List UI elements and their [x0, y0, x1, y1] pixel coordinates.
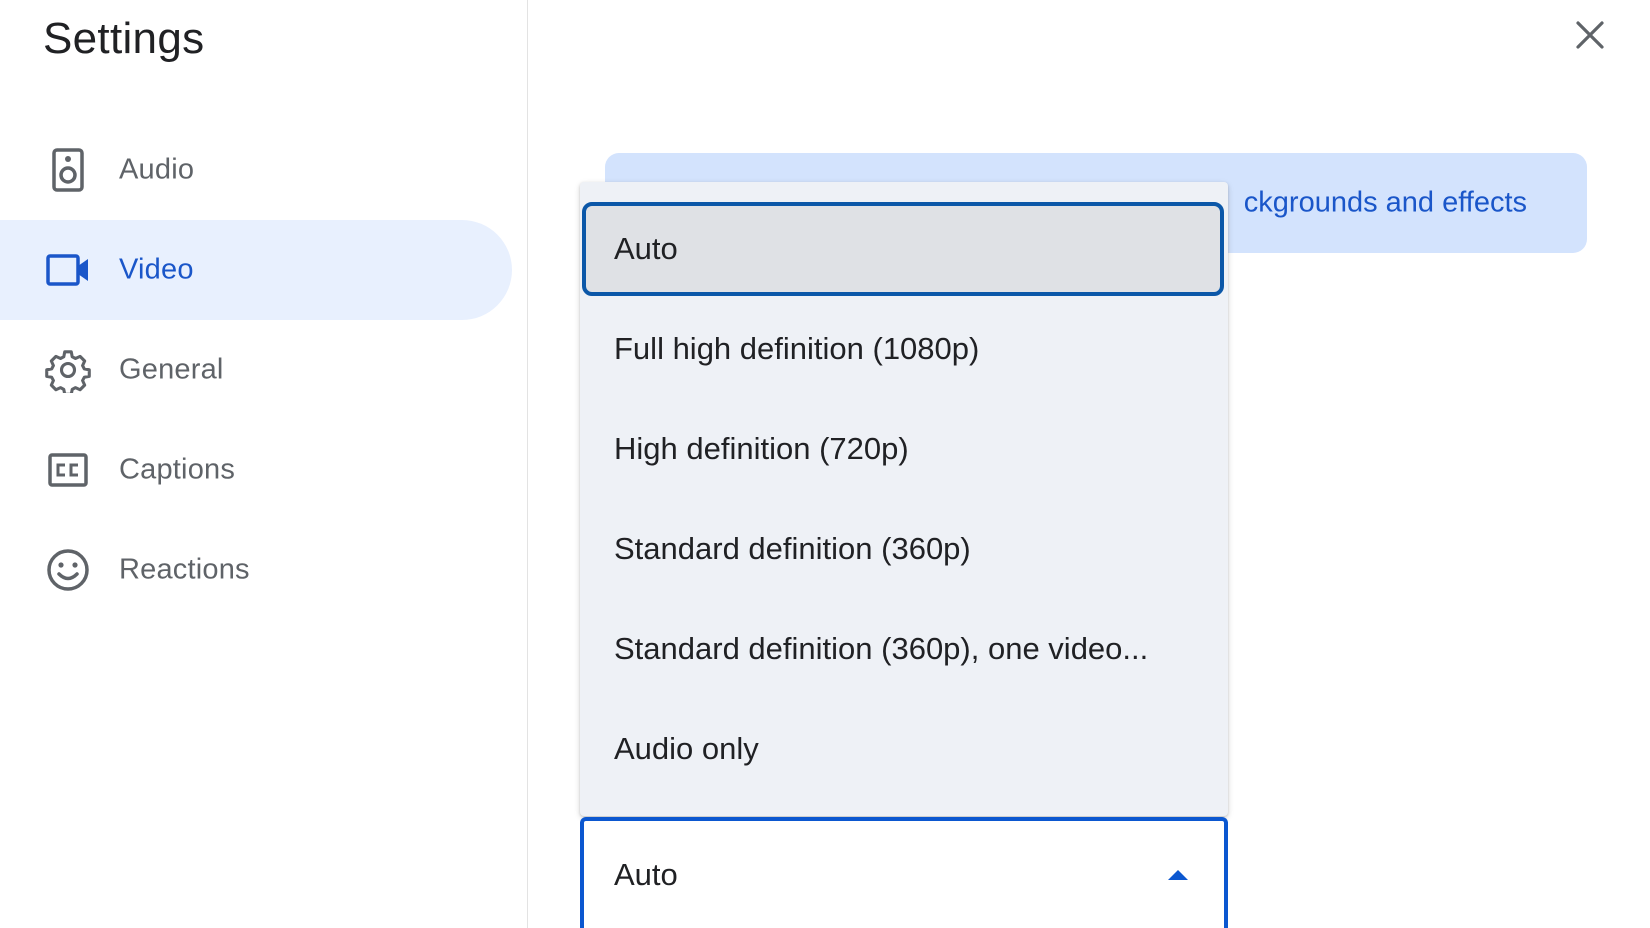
- settings-dialog: Settings Audio Video General Captions Re…: [0, 0, 1650, 928]
- menu-item-label: Standard definition (360p): [614, 531, 971, 566]
- resolution-menu: Auto Full high definition (1080p) High d…: [580, 182, 1228, 816]
- menu-item-label: Audio only: [614, 731, 759, 766]
- banner-text-clip: ckgrounds and effects: [1225, 153, 1587, 253]
- backgrounds-effects-label: ckgrounds and effects: [1243, 186, 1527, 219]
- videocam-icon: [44, 246, 92, 294]
- menu-item-360p-one-video[interactable]: Standard definition (360p), one video...: [580, 599, 1228, 699]
- menu-item-720p[interactable]: High definition (720p): [580, 399, 1228, 499]
- settings-sidebar: Settings Audio Video General Captions Re…: [0, 0, 528, 928]
- caret-up-icon: [1168, 869, 1188, 880]
- gear-icon: [44, 346, 92, 394]
- select-value: Auto: [614, 856, 678, 892]
- menu-item-audio-only[interactable]: Audio only: [580, 699, 1228, 799]
- sidebar-item-label: Reactions: [119, 553, 250, 586]
- menu-item-auto[interactable]: Auto: [582, 202, 1224, 296]
- menu-item-1080p[interactable]: Full high definition (1080p): [580, 299, 1228, 399]
- speaker-icon: [44, 146, 92, 194]
- menu-item-label: High definition (720p): [614, 431, 909, 466]
- closed-captions-icon: [44, 446, 92, 494]
- sidebar-item-general[interactable]: General: [0, 320, 512, 420]
- settings-nav: Audio Video General Captions Reactions: [0, 120, 512, 620]
- sidebar-item-reactions[interactable]: Reactions: [0, 520, 512, 620]
- resolution-select[interactable]: Auto: [580, 817, 1228, 928]
- menu-item-360p[interactable]: Standard definition (360p): [580, 499, 1228, 599]
- menu-item-label: Standard definition (360p), one video...: [614, 631, 1149, 666]
- sidebar-item-label: General: [119, 353, 224, 386]
- sidebar-item-audio[interactable]: Audio: [0, 120, 512, 220]
- sidebar-item-label: Captions: [119, 453, 236, 486]
- sidebar-item-label: Audio: [119, 153, 195, 186]
- sidebar-item-captions[interactable]: Captions: [0, 420, 512, 520]
- page-title: Settings: [43, 14, 205, 63]
- close-icon: [1576, 21, 1604, 49]
- smiley-icon: [44, 546, 92, 594]
- menu-item-label: Full high definition (1080p): [614, 331, 980, 366]
- close-button[interactable]: [1565, 10, 1615, 60]
- sidebar-item-video[interactable]: Video: [0, 220, 512, 320]
- sidebar-item-label: Video: [119, 253, 194, 286]
- menu-item-label: Auto: [614, 231, 678, 266]
